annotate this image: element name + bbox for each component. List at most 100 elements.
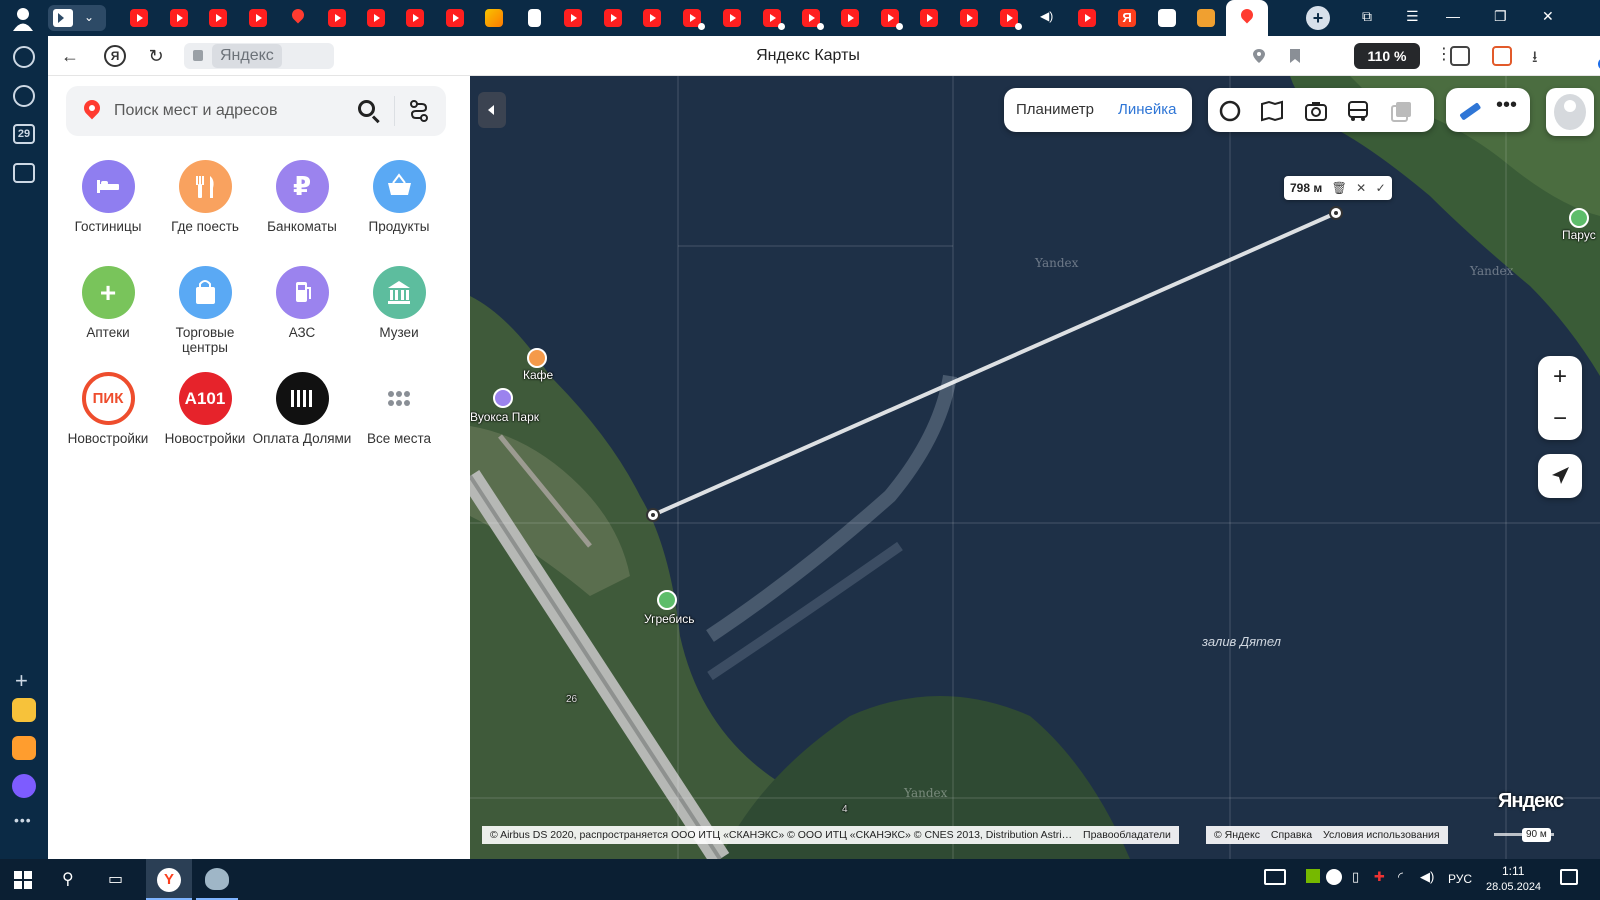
category-malls[interactable]: Торговые центры: [155, 266, 255, 355]
zoom-in-button[interactable]: +: [1538, 356, 1582, 398]
youtube-tab-icon[interactable]: [683, 9, 705, 30]
category-dolyami[interactable]: Оплата Долями: [252, 372, 352, 446]
downloads-icon[interactable]: ⭳: [1532, 46, 1552, 66]
audio-playing-tab[interactable]: ⌄: [48, 5, 106, 31]
muted-speaker-icon[interactable]: ◀): [1040, 9, 1058, 27]
map-book-icon[interactable]: [1260, 100, 1284, 122]
house-tab-icon[interactable]: [1158, 9, 1176, 27]
reload-button[interactable]: ↻: [144, 44, 168, 68]
youtube-tab-icon[interactable]: [446, 9, 464, 27]
zoom-level-badge[interactable]: 110 %: [1354, 43, 1420, 69]
ruler-icon[interactable]: [1458, 100, 1482, 122]
poi-label-park[interactable]: Вуокса Парк: [470, 410, 539, 424]
category-atm[interactable]: ₽ Банкоматы: [252, 160, 352, 234]
delete-icon[interactable]: 🗑: [1332, 181, 1347, 195]
clock-time[interactable]: 1:11: [1502, 864, 1524, 878]
bookmark-icon[interactable]: [1288, 48, 1302, 64]
youtube-tab-icon[interactable]: [170, 9, 188, 27]
yandex-home-icon[interactable]: Я: [104, 45, 126, 67]
clock-date[interactable]: 28.05.2024: [1486, 881, 1541, 893]
youtube-tab-icon[interactable]: [1000, 9, 1022, 30]
planimeter-button[interactable]: Планиметр: [1016, 88, 1094, 132]
youtube-tab-icon[interactable]: [564, 9, 582, 27]
screenshot-icon[interactable]: [13, 163, 35, 183]
menu-icon[interactable]: ☰: [1406, 8, 1419, 25]
category-museums[interactable]: Музеи: [349, 266, 449, 340]
close-window-icon[interactable]: ✕: [1542, 8, 1554, 25]
input-language[interactable]: РУС: [1448, 872, 1472, 886]
help-link[interactable]: Справка: [1271, 829, 1312, 841]
app-tab-icon[interactable]: [1197, 9, 1215, 27]
collapse-panel-button[interactable]: [478, 92, 506, 128]
gallery-tab-icon[interactable]: [485, 9, 503, 27]
alice-icon[interactable]: [12, 774, 36, 798]
my-location-button[interactable]: [1538, 454, 1582, 498]
youtube-tab-icon[interactable]: [249, 9, 267, 27]
youtube-tab-icon[interactable]: [130, 9, 148, 27]
category-hotels[interactable]: Гостиницы: [58, 160, 158, 234]
yandex-logo[interactable]: Яндекс: [1498, 790, 1564, 813]
search-icon[interactable]: [356, 98, 382, 124]
chevron-down-icon[interactable]: ⌄: [84, 10, 94, 24]
add-panel-icon[interactable]: +: [15, 668, 28, 694]
youtube-tab-icon[interactable]: [841, 9, 859, 27]
close-icon[interactable]: ✕: [1356, 181, 1366, 195]
document-tab-icon[interactable]: [528, 9, 541, 27]
more-dots-icon[interactable]: •••: [14, 812, 32, 828]
youtube-tab-icon[interactable]: [643, 9, 661, 27]
youtube-tab-icon[interactable]: [209, 9, 227, 27]
news-widget-icon[interactable]: [1264, 869, 1286, 885]
youtube-tab-icon[interactable]: [920, 9, 938, 27]
usb-icon[interactable]: ▯: [1352, 869, 1359, 885]
poi-label-cafe[interactable]: Кафе: [523, 368, 553, 382]
notifications-icon[interactable]: [1560, 869, 1578, 885]
youtube-tab-icon[interactable]: [604, 9, 622, 27]
layers-circle-icon[interactable]: [1218, 100, 1242, 122]
calendar-icon[interactable]: 29: [13, 124, 35, 144]
youtube-tab-icon[interactable]: [723, 9, 741, 27]
wifi-icon[interactable]: ◜: [1398, 869, 1403, 885]
volume-icon[interactable]: ◀): [1420, 869, 1434, 885]
poi-label-parus[interactable]: Парус: [1562, 228, 1596, 242]
rights-holders-link[interactable]: Правообладатели: [1083, 829, 1171, 841]
route-icon[interactable]: [406, 98, 432, 124]
back-button[interactable]: ←: [58, 44, 82, 68]
nvidia-icon[interactable]: [1306, 869, 1320, 883]
youtube-tab-icon[interactable]: [1078, 9, 1096, 27]
profile-icon[interactable]: [10, 6, 36, 32]
active-tab-maps[interactable]: [1226, 0, 1268, 36]
yandex-tray-icon[interactable]: [1326, 869, 1342, 885]
youtube-tab-icon[interactable]: [763, 9, 785, 30]
category-gas-station[interactable]: АЗС: [252, 266, 352, 340]
map-canvas[interactable]: Yandex Yandex Yandex Кафе Вуокса Парк Уг…: [470, 76, 1600, 859]
search-input[interactable]: [114, 96, 344, 126]
category-a101[interactable]: А101 Новостройки: [155, 372, 255, 446]
category-food[interactable]: Где поесть: [155, 160, 255, 234]
youtube-tab-icon[interactable]: [367, 9, 385, 27]
location-pin-icon[interactable]: [1252, 48, 1266, 64]
category-groceries[interactable]: Продукты: [349, 160, 449, 234]
restore-icon[interactable]: ❐: [1494, 8, 1507, 25]
tabs-overview-icon[interactable]: ⧉: [1362, 8, 1372, 25]
video-icon[interactable]: [13, 85, 35, 107]
category-pik[interactable]: ПИК Новостройки: [58, 372, 158, 446]
map-layers-icon[interactable]: [1390, 100, 1414, 122]
extension-icon[interactable]: [1492, 46, 1512, 66]
yandex-tab-icon[interactable]: Я: [1118, 9, 1136, 27]
notes-app-icon[interactable]: [12, 698, 36, 722]
youtube-tab-icon[interactable]: [960, 9, 978, 27]
task-view-icon[interactable]: ▭: [108, 869, 123, 889]
minimize-icon[interactable]: —: [1446, 8, 1460, 24]
category-all-places[interactable]: Все места: [349, 372, 449, 446]
category-pharmacy[interactable]: + Аптеки: [58, 266, 158, 340]
maps-tab-icon[interactable]: [289, 9, 307, 27]
history-icon[interactable]: [13, 46, 35, 68]
poi-label-ugrebis[interactable]: Угребись: [644, 612, 695, 626]
youtube-tab-icon[interactable]: [802, 9, 824, 30]
zoom-out-button[interactable]: −: [1538, 398, 1582, 440]
url-field[interactable]: Яндекс: [184, 43, 334, 69]
shield-icon[interactable]: ✚: [1374, 869, 1385, 885]
terms-link[interactable]: Условия использования: [1323, 829, 1440, 841]
mail-app-icon[interactable]: [12, 736, 36, 760]
taskbar-yandex-browser[interactable]: Y: [146, 859, 192, 900]
